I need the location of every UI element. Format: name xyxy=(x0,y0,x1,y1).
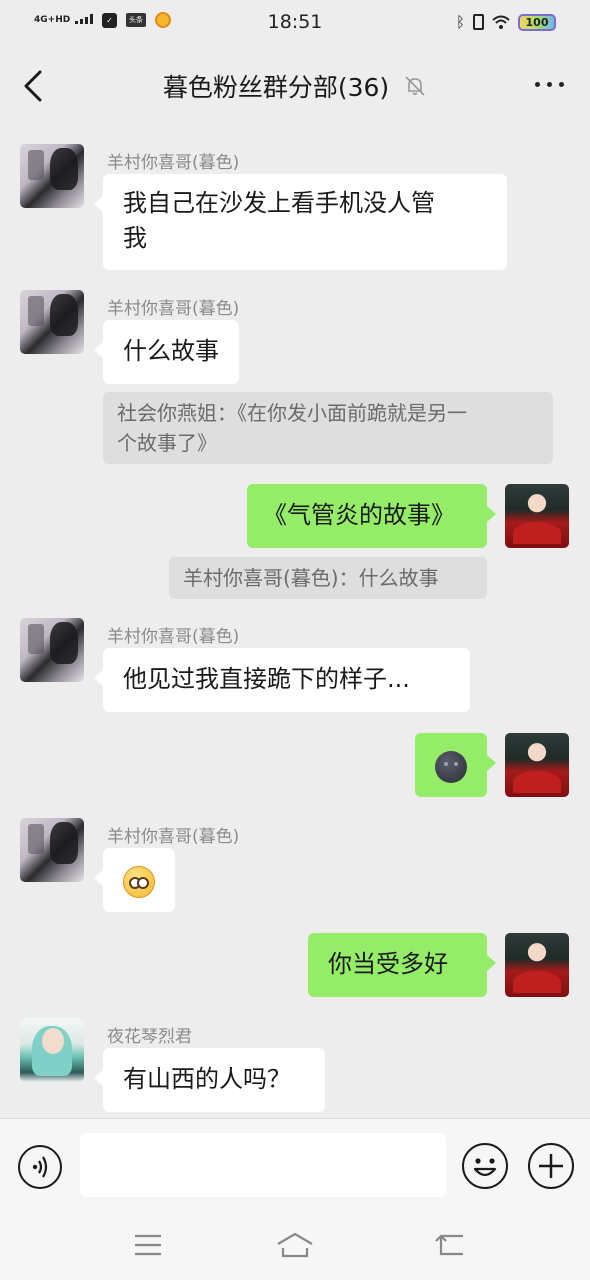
voice-icon xyxy=(32,1156,48,1178)
status-bar: 4G+HD ✓ 头条 18:51 ᛒ 100 xyxy=(0,0,590,46)
quote-reply[interactable]: 羊村你喜哥(暮色)：什么故事 xyxy=(169,557,487,599)
emoji-button[interactable] xyxy=(462,1143,508,1189)
new-moon-face-emoji xyxy=(435,751,467,783)
quote-reply[interactable]: 社会你燕姐：《在你发小面前跪就是另一 个故事了》 xyxy=(103,392,553,464)
message-text: 你当受多好 xyxy=(328,950,448,978)
mute-bell-icon xyxy=(405,76,425,96)
message-text-line: 我自己在沙发上看手机没人管 xyxy=(123,189,435,217)
quote-text-line: 社会你燕姐：《在你发小面前跪就是另一 xyxy=(117,401,467,425)
vibrate-icon xyxy=(473,14,484,30)
message-bubble[interactable]: 你当受多好 xyxy=(308,933,496,997)
user-avatar-yangcun[interactable] xyxy=(20,618,84,682)
user-avatar-yehua[interactable] xyxy=(20,1018,84,1082)
status-right: ᛒ 100 xyxy=(456,13,556,31)
user-avatar-yangcun[interactable] xyxy=(20,818,84,882)
more-functions-button[interactable] xyxy=(528,1143,574,1189)
self-avatar[interactable] xyxy=(505,933,569,997)
chat-title: 暮色粉丝群分部(36) xyxy=(162,73,390,102)
plus-icon xyxy=(539,1154,563,1178)
message-bubble[interactable] xyxy=(415,733,496,797)
message-bubble[interactable]: 我自己在沙发上看手机没人管 我 xyxy=(94,174,507,270)
message-text: 什么故事 xyxy=(123,337,219,365)
chat-header: 暮色粉丝群分部(36) xyxy=(0,46,590,126)
message-text: 《气管炎的故事》 xyxy=(263,501,455,529)
message-text: 他见过我直接跪下的样子... xyxy=(123,665,410,693)
user-avatar-yangcun[interactable] xyxy=(20,290,84,354)
self-avatar[interactable] xyxy=(505,484,569,548)
sender-name: 羊村你喜哥(暮色) xyxy=(107,153,240,173)
message-text: 有山西的人吗？ xyxy=(123,1065,291,1093)
smiley-icon xyxy=(473,1158,497,1177)
voice-input-button[interactable] xyxy=(18,1145,62,1189)
sender-name: 羊村你喜哥(暮色) xyxy=(107,299,240,319)
pleading-face-emoji xyxy=(123,866,155,898)
message-bubble[interactable]: 有山西的人吗？ xyxy=(94,1048,325,1112)
sender-name: 夜花琴烈君 xyxy=(107,1027,192,1047)
back-nav-icon[interactable] xyxy=(433,1230,467,1260)
message-bubble[interactable]: 他见过我直接跪下的样子... xyxy=(94,648,470,712)
user-avatar-yangcun[interactable] xyxy=(20,144,84,208)
title-group: 暮色粉丝群分部(36) xyxy=(0,68,590,104)
wifi-icon xyxy=(492,15,510,29)
message-input[interactable] xyxy=(80,1133,446,1197)
self-avatar[interactable] xyxy=(505,733,569,797)
sender-name: 羊村你喜哥(暮色) xyxy=(107,627,240,647)
message-text-line: 我 xyxy=(123,224,147,252)
system-nav-bar xyxy=(0,1214,590,1280)
quote-text: 羊村你喜哥(暮色)：什么故事 xyxy=(183,566,439,590)
input-bar xyxy=(0,1118,590,1214)
menu-icon[interactable] xyxy=(131,1230,165,1260)
more-options-button[interactable] xyxy=(528,74,564,94)
battery-indicator: 100 xyxy=(518,13,556,31)
bluetooth-icon: ᛒ xyxy=(455,13,465,31)
message-bubble[interactable]: 什么故事 xyxy=(94,320,239,384)
sender-name: 羊村你喜哥(暮色) xyxy=(107,827,240,847)
message-bubble[interactable]: 《气管炎的故事》 xyxy=(247,484,496,548)
home-icon[interactable] xyxy=(275,1230,315,1260)
quote-text-line: 个故事了》 xyxy=(117,431,217,455)
message-bubble[interactable] xyxy=(94,848,175,912)
